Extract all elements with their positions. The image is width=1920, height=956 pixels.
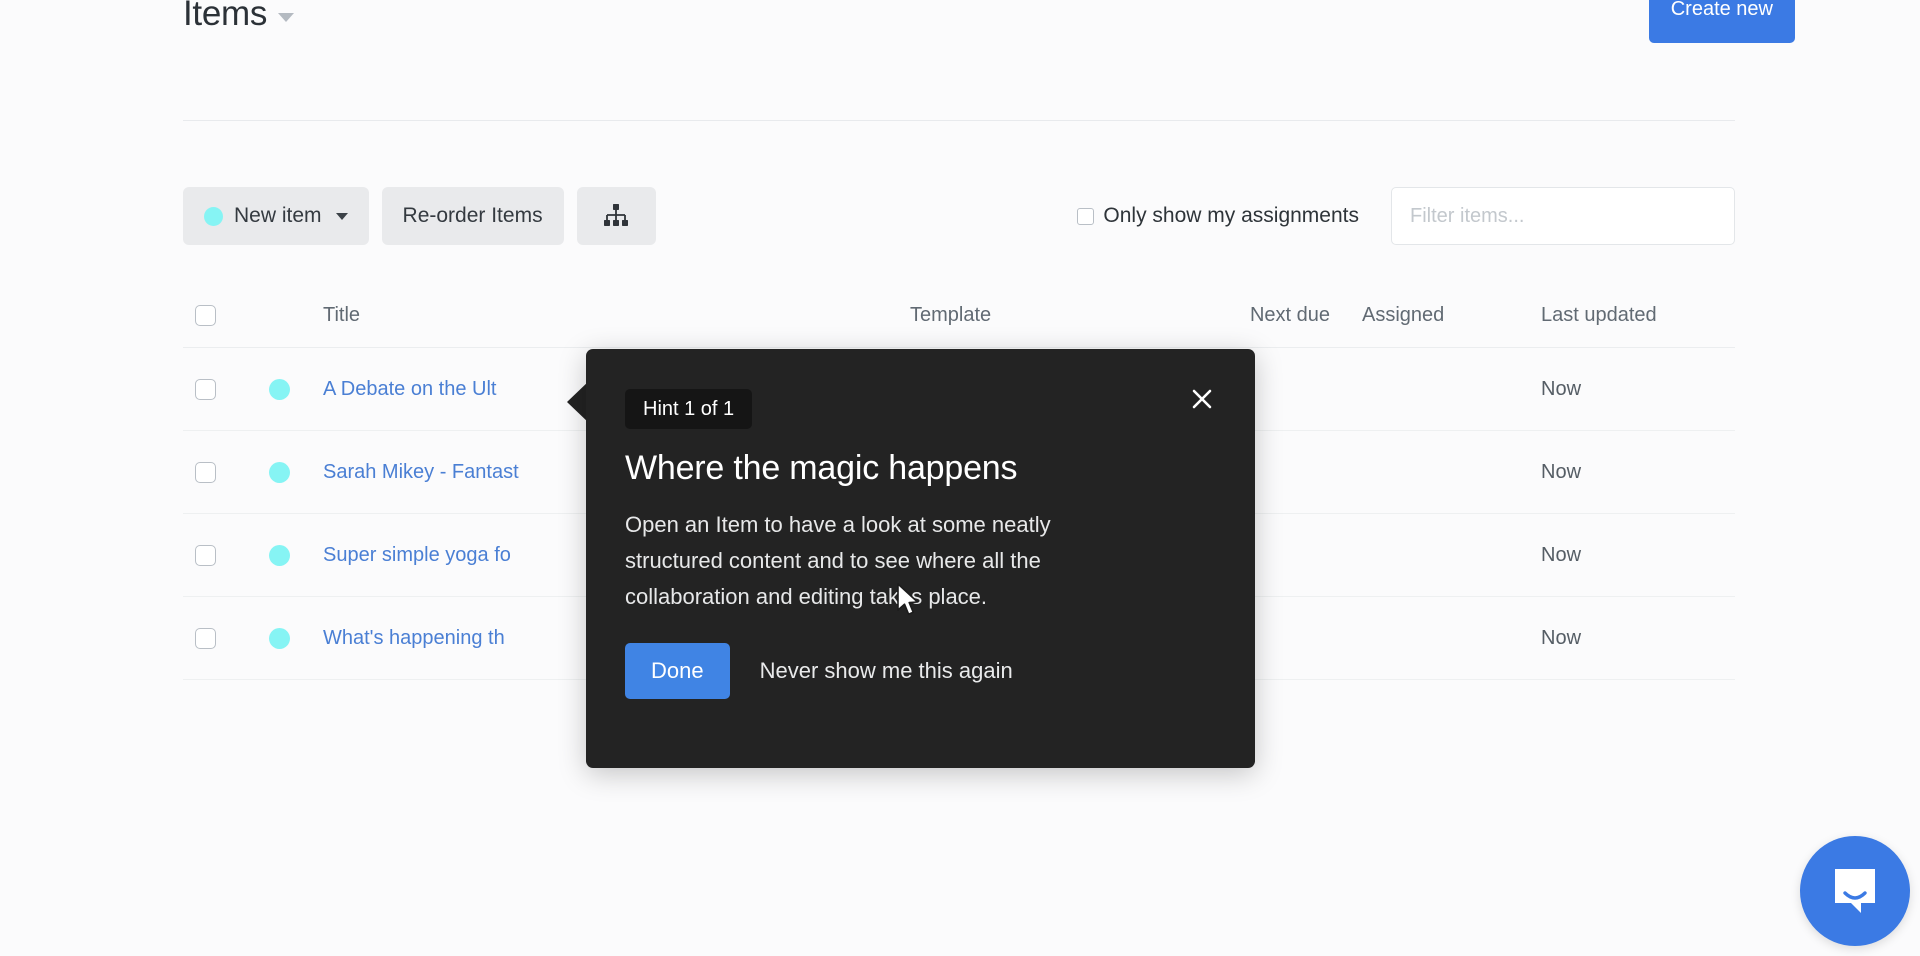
reorder-items-button[interactable]: Re-order Items xyxy=(381,187,564,245)
page-title-group[interactable]: Items xyxy=(183,0,295,36)
hierarchy-view-button[interactable] xyxy=(576,187,656,245)
create-new-button[interactable]: Create new xyxy=(1648,0,1795,43)
hint-done-button[interactable]: Done xyxy=(625,643,730,699)
select-all-cell[interactable] xyxy=(183,305,257,326)
chat-bubble-icon xyxy=(1835,869,1875,913)
row-select-cell[interactable] xyxy=(183,461,257,483)
row-last-updated-cell: Now xyxy=(1541,460,1582,483)
row-select-cell[interactable] xyxy=(183,378,257,400)
new-item-button[interactable]: New item xyxy=(183,187,369,245)
row-status-cell xyxy=(257,627,302,649)
row-last-updated-cell: Now xyxy=(1541,626,1582,649)
page-title: Items xyxy=(183,0,268,33)
only-my-assignments-checkbox[interactable] xyxy=(1077,207,1095,225)
filter-items-input[interactable] xyxy=(1391,187,1735,245)
table-header-row: Title Template Next due Assigned Last up… xyxy=(183,284,1735,348)
page-header: Items Create new xyxy=(0,0,1920,120)
hint-actions: Done Never show me this again xyxy=(625,643,1013,699)
hint-dialog: Hint 1 of 1 Where the magic happens Open… xyxy=(586,349,1255,768)
item-title-link[interactable]: A Debate on the Ult xyxy=(323,378,496,400)
new-item-label: New item xyxy=(234,204,322,227)
only-my-assignments-label: Only show my assignments xyxy=(1103,204,1359,227)
chat-launcher-button[interactable] xyxy=(1800,836,1910,946)
row-last-updated-cell: Now xyxy=(1541,377,1582,400)
only-my-assignments-group[interactable]: Only show my assignments xyxy=(1077,204,1359,228)
sitemap-icon xyxy=(604,204,629,226)
toolbar: New item Re-order Items Only show my ass… xyxy=(183,187,1735,245)
row-status-cell xyxy=(257,544,302,566)
status-dot-icon xyxy=(204,206,223,226)
row-select-cell[interactable] xyxy=(183,627,257,649)
row-status-cell xyxy=(257,378,302,400)
header-divider xyxy=(183,120,1735,121)
toolbar-left-group: New item Re-order Items xyxy=(183,187,656,245)
chevron-down-icon[interactable] xyxy=(278,12,295,22)
row-last-updated-cell: Now xyxy=(1541,543,1582,566)
column-header-assigned[interactable]: Assigned xyxy=(1330,304,1485,327)
toolbar-right-group: Only show my assignments xyxy=(1077,187,1735,245)
column-header-next-due[interactable]: Next due xyxy=(1190,304,1330,327)
item-title-link[interactable]: Super simple yoga fo xyxy=(323,544,511,566)
status-dot-icon xyxy=(269,627,290,649)
hint-step-badge: Hint 1 of 1 xyxy=(625,389,753,429)
select-all-checkbox[interactable] xyxy=(195,305,216,326)
hint-close-button[interactable] xyxy=(1185,382,1219,416)
column-header-title[interactable]: Title xyxy=(302,304,910,327)
row-checkbox[interactable] xyxy=(195,544,216,566)
hint-title: Where the magic happens xyxy=(625,449,1018,487)
item-title-link[interactable]: What's happening th xyxy=(323,627,505,649)
hint-never-show-again-link[interactable]: Never show me this again xyxy=(760,658,1013,684)
status-dot-icon xyxy=(269,378,290,400)
item-title-link[interactable]: Sarah Mikey - Fantast xyxy=(323,461,519,483)
row-checkbox[interactable] xyxy=(195,627,216,649)
row-checkbox[interactable] xyxy=(195,461,216,483)
status-dot-icon xyxy=(269,544,290,566)
row-select-cell[interactable] xyxy=(183,544,257,566)
status-dot-icon xyxy=(269,461,290,483)
close-icon xyxy=(1192,389,1212,409)
chevron-down-icon xyxy=(335,212,348,220)
column-header-last-updated[interactable]: Last updated xyxy=(1485,304,1735,327)
column-header-template[interactable]: Template xyxy=(910,304,1190,327)
row-status-cell xyxy=(257,461,302,483)
hint-body-text: Open an Item to have a look at some neat… xyxy=(625,512,1051,609)
row-checkbox[interactable] xyxy=(195,378,216,400)
